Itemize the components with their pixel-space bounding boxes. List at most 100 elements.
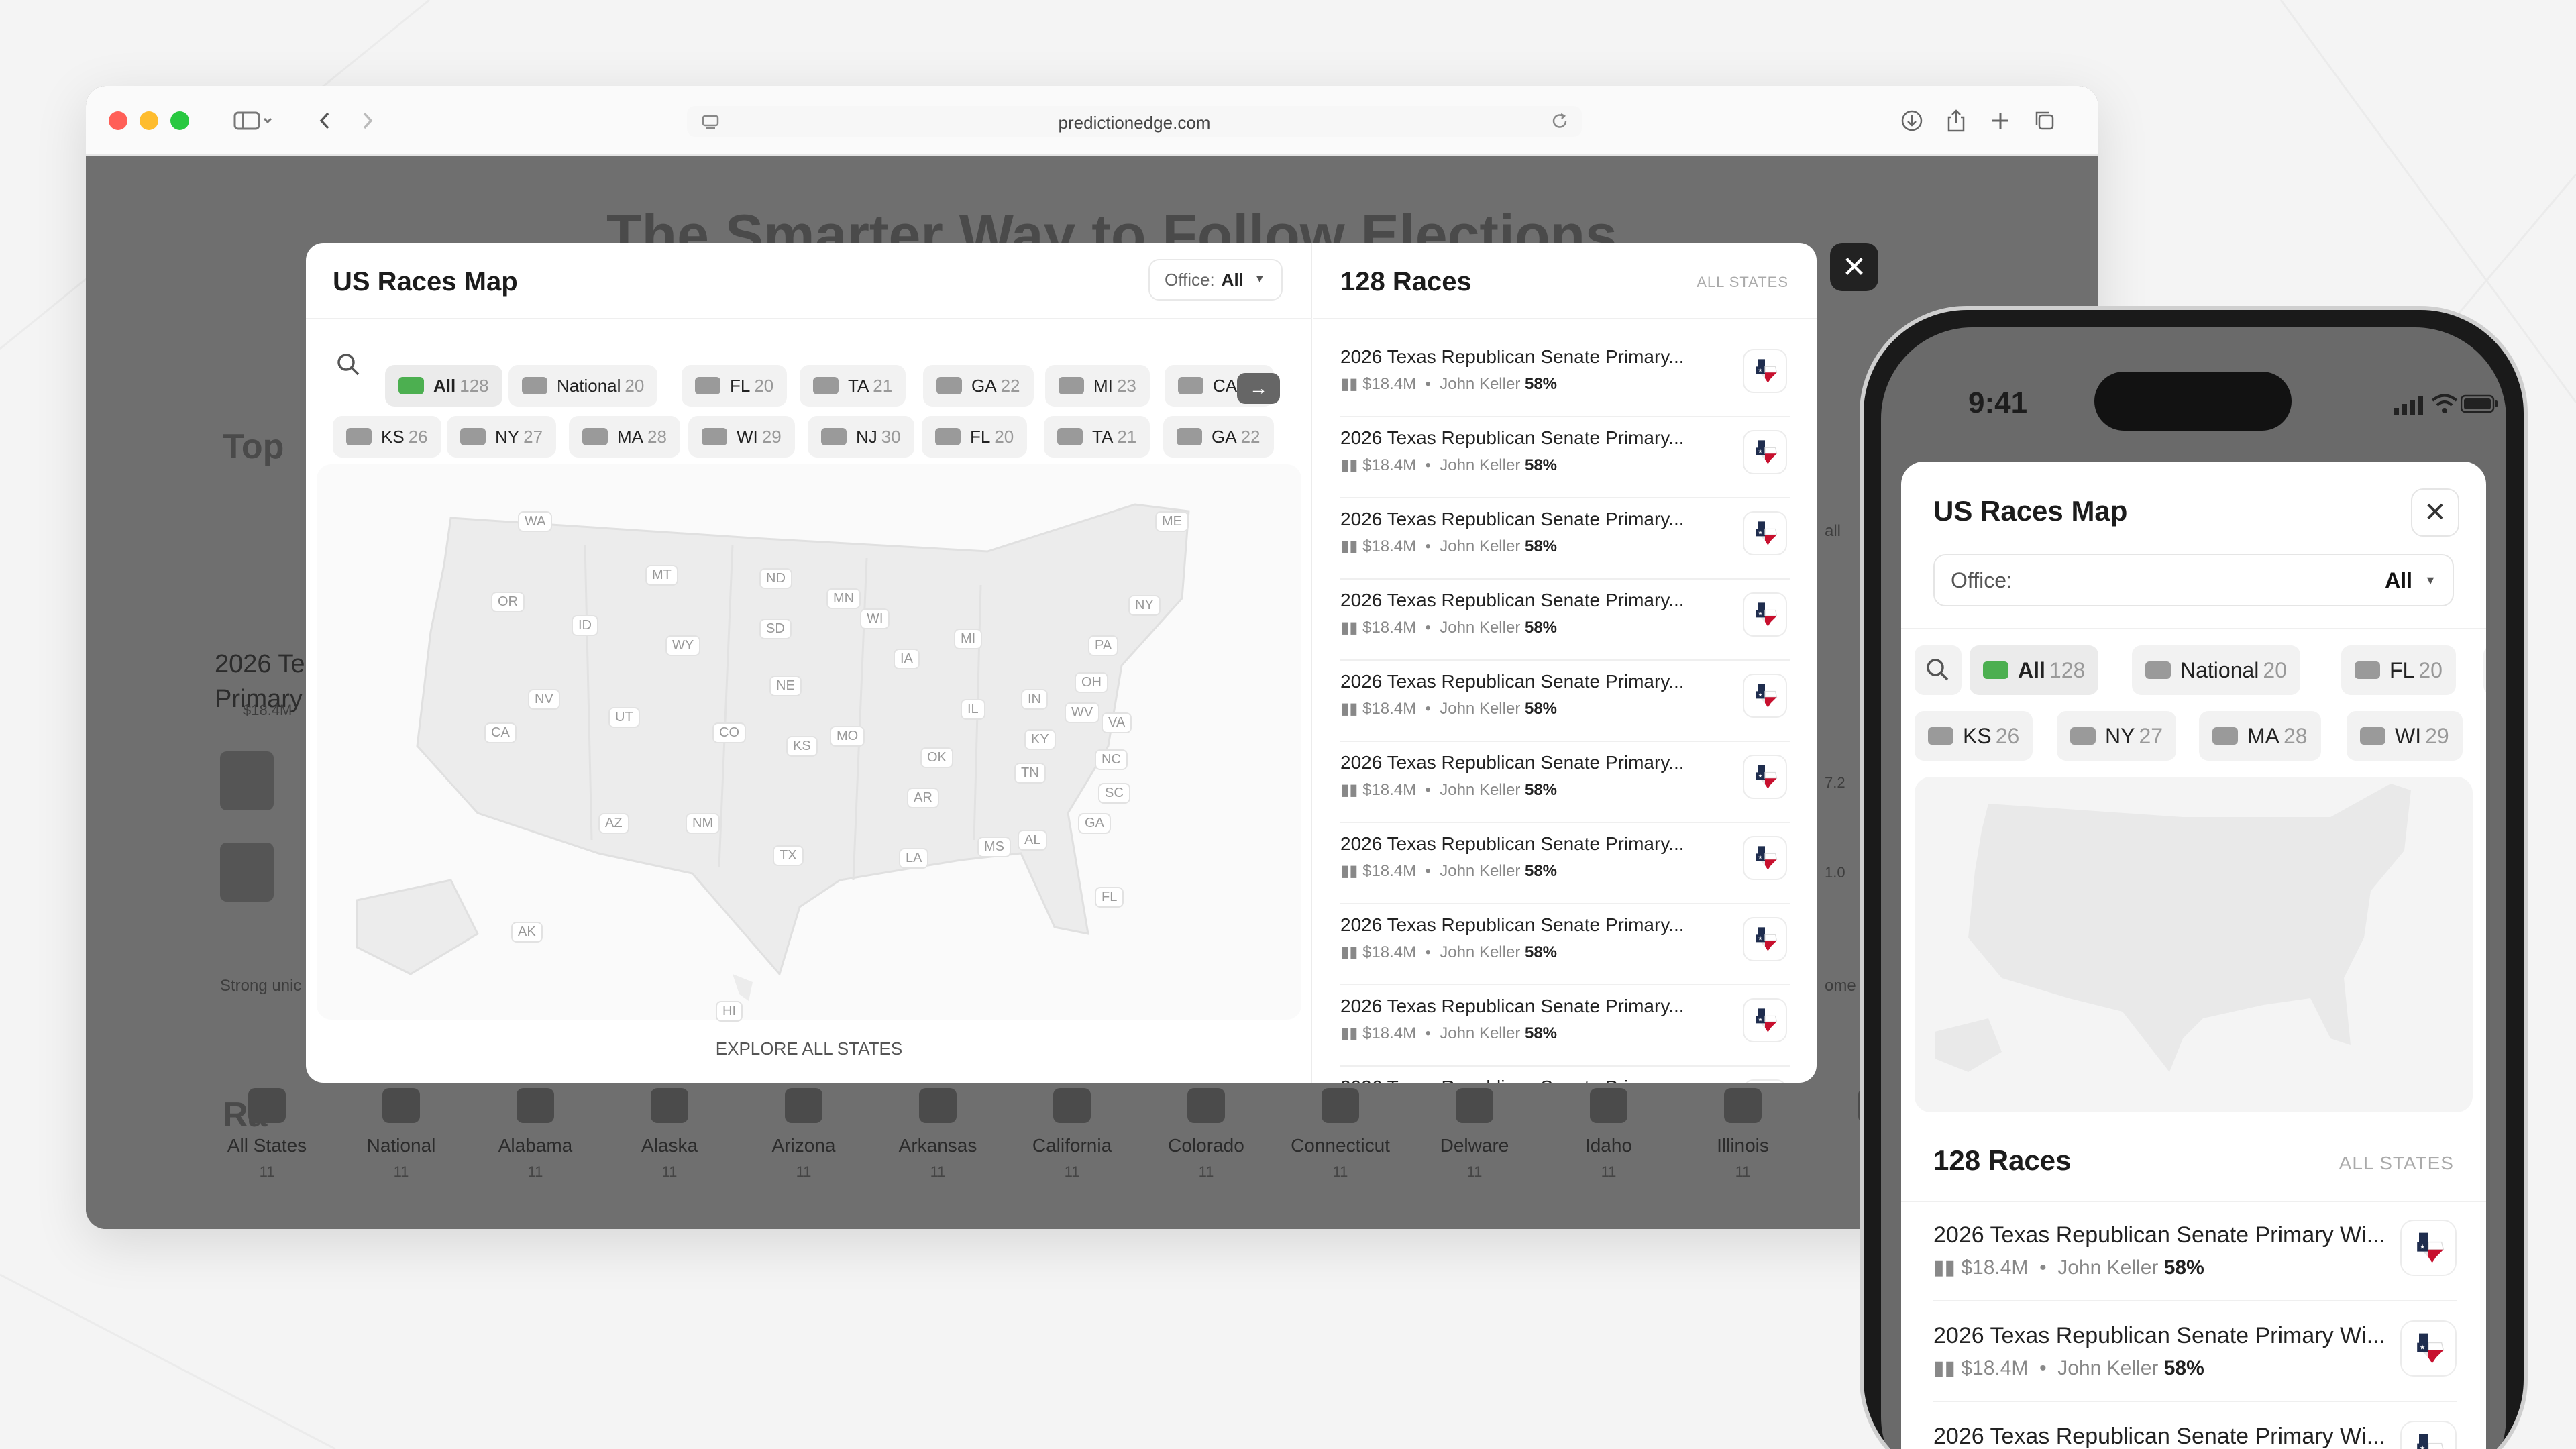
minimize-window-button[interactable] [140, 111, 158, 130]
category-item[interactable]: Arkansas 11 [871, 1088, 1005, 1181]
category-item[interactable]: Alaska 11 [602, 1088, 737, 1181]
state-chip-ta[interactable]: TA 21 [800, 365, 906, 407]
state-chip-national[interactable]: National 20 [508, 365, 658, 407]
share-icon[interactable] [1941, 106, 1971, 136]
race-row[interactable]: 2026 Texas Republican Senate Primary...▮… [1340, 418, 1790, 498]
state-label-ut[interactable]: UT [608, 707, 640, 728]
office-select[interactable]: Office: All ▼ [1148, 259, 1283, 301]
category-item[interactable]: Illinois 11 [1676, 1088, 1810, 1181]
tab-overview-icon[interactable] [2030, 106, 2059, 136]
all-states-link[interactable]: ALL STATES [1697, 274, 1788, 291]
race-row[interactable]: 2026 Texas Republican Senate Primary...▮… [1340, 905, 1790, 985]
state-label-ny[interactable]: NY [1128, 595, 1161, 616]
state-chip-ta[interactable]: TA 21 [1044, 416, 1150, 458]
state-chip-wi[interactable]: WI 29 [688, 416, 795, 458]
state-label-fl[interactable]: FL [1095, 887, 1124, 908]
state-label-ok[interactable]: OK [920, 747, 953, 768]
category-item[interactable]: California 11 [1005, 1088, 1139, 1181]
phone-close-button[interactable]: ✕ [2411, 488, 2459, 537]
state-label-va[interactable]: VA [1102, 712, 1132, 733]
scroll-right-button[interactable]: → [1237, 373, 1280, 404]
new-tab-icon[interactable] [1986, 106, 2015, 136]
category-item[interactable]: Delware 11 [1407, 1088, 1542, 1181]
category-item[interactable]: Alabama 11 [468, 1088, 602, 1181]
state-chip-partial[interactable] [2483, 645, 2486, 695]
state-label-sd[interactable]: SD [759, 619, 792, 639]
race-row[interactable]: 2026 Texas Republican Senate Primary...▮… [1340, 986, 1790, 1067]
state-label-wy[interactable]: WY [665, 635, 701, 656]
back-icon[interactable] [311, 106, 338, 136]
phone-us-map[interactable] [1915, 777, 2473, 1112]
race-row[interactable]: 2026 Texas Republican Senate Primary...▮… [1340, 1067, 1790, 1083]
state-label-id[interactable]: ID [572, 615, 598, 636]
state-label-tn[interactable]: TN [1014, 763, 1046, 784]
us-map[interactable]: WA MT ND MN ME OR ID SD WI NY MI WY PA IA NE OH NV IN IL WV… [317, 464, 1301, 1022]
race-row[interactable]: 2026 Texas Republican Senate Primary...▮… [1340, 824, 1790, 904]
race-row[interactable]: 2026 Texas Republican Senate Primary Wi.… [1933, 1303, 2457, 1402]
state-chip-ks[interactable]: KS 26 [1915, 711, 2033, 761]
state-label-mi[interactable]: MI [954, 629, 983, 649]
state-label-wa[interactable]: WA [518, 511, 553, 532]
category-item[interactable]: Colorado 11 [1139, 1088, 1273, 1181]
category-item[interactable]: Idaho 11 [1542, 1088, 1676, 1181]
address-bar[interactable]: predictionedge.com [687, 106, 1582, 137]
close-window-button[interactable] [109, 111, 127, 130]
state-label-mt[interactable]: MT [645, 565, 678, 586]
category-item[interactable]: Connecticut 11 [1273, 1088, 1407, 1181]
race-row[interactable]: 2026 Texas Republican Senate Primary Wi.… [1933, 1403, 2457, 1449]
state-label-or[interactable]: OR [491, 592, 525, 612]
state-chip-ga[interactable]: GA 22 [1163, 416, 1274, 458]
state-chip-fl[interactable]: FL 20 [682, 365, 788, 407]
state-label-mn[interactable]: MN [826, 588, 861, 609]
race-row[interactable]: 2026 Texas Republican Senate Primary...▮… [1340, 580, 1790, 661]
state-chip-mi[interactable]: MI 23 [1045, 365, 1150, 407]
race-row[interactable]: 2026 Texas Republican Senate Primary...▮… [1340, 743, 1790, 823]
phone-office-select[interactable]: Office: All ▼ [1933, 554, 2454, 606]
state-label-pa[interactable]: PA [1088, 635, 1119, 656]
zoom-window-button[interactable] [170, 111, 189, 130]
state-chip-national[interactable]: National 20 [2132, 645, 2300, 695]
state-label-mo[interactable]: MO [830, 726, 865, 747]
race-row[interactable]: 2026 Texas Republican Senate Primary...▮… [1340, 499, 1790, 580]
state-label-al[interactable]: AL [1018, 830, 1048, 851]
reload-icon[interactable] [1550, 111, 1570, 135]
state-label-sc[interactable]: SC [1098, 783, 1130, 804]
category-item[interactable]: All States 11 [200, 1088, 334, 1181]
explore-all-states-link[interactable]: EXPLORE ALL STATES [306, 1038, 1312, 1059]
forward-icon[interactable] [354, 106, 381, 136]
state-label-in[interactable]: IN [1021, 689, 1048, 710]
phone-all-states-link[interactable]: ALL STATES [2339, 1152, 2454, 1174]
state-chip-ma[interactable]: MA 28 [2199, 711, 2321, 761]
state-label-nc[interactable]: NC [1095, 749, 1128, 770]
state-label-nm[interactable]: NM [686, 813, 720, 834]
download-icon[interactable] [1897, 106, 1927, 136]
state-label-il[interactable]: IL [961, 699, 985, 720]
close-modal-button[interactable]: ✕ [1830, 243, 1878, 291]
state-label-ar[interactable]: AR [907, 788, 939, 808]
state-label-ca[interactable]: CA [484, 722, 517, 743]
state-label-ks[interactable]: KS [786, 736, 818, 757]
state-label-ga[interactable]: GA [1078, 813, 1111, 834]
state-label-ia[interactable]: IA [894, 649, 920, 669]
search-icon[interactable] [1915, 645, 1962, 695]
race-row[interactable]: 2026 Texas Republican Senate Primary...▮… [1340, 661, 1790, 742]
race-row[interactable]: 2026 Texas Republican Senate Primary...▮… [1340, 337, 1790, 417]
state-chip-all[interactable]: All 128 [385, 365, 502, 407]
state-chip-ny[interactable]: NY 27 [447, 416, 557, 458]
state-chip-ma[interactable]: MA 28 [569, 416, 680, 458]
state-label-ak[interactable]: AK [511, 922, 543, 943]
state-chip-fl[interactable]: FL 20 [922, 416, 1028, 458]
state-label-ky[interactable]: KY [1024, 729, 1056, 750]
state-chip-ks[interactable]: KS 26 [333, 416, 441, 458]
state-label-ms[interactable]: MS [977, 837, 1011, 857]
search-icon[interactable] [335, 352, 362, 382]
state-chip-nj[interactable]: NJ 30 [808, 416, 914, 458]
state-label-ne[interactable]: NE [769, 676, 802, 696]
state-label-az[interactable]: AZ [598, 813, 629, 834]
category-item[interactable]: National 11 [334, 1088, 468, 1181]
state-label-nd[interactable]: ND [759, 568, 792, 589]
state-chip-wi[interactable]: WI 29 [2347, 711, 2463, 761]
state-label-nv[interactable]: NV [528, 689, 560, 710]
state-label-co[interactable]: CO [712, 722, 746, 743]
state-label-wi[interactable]: WI [860, 608, 890, 629]
